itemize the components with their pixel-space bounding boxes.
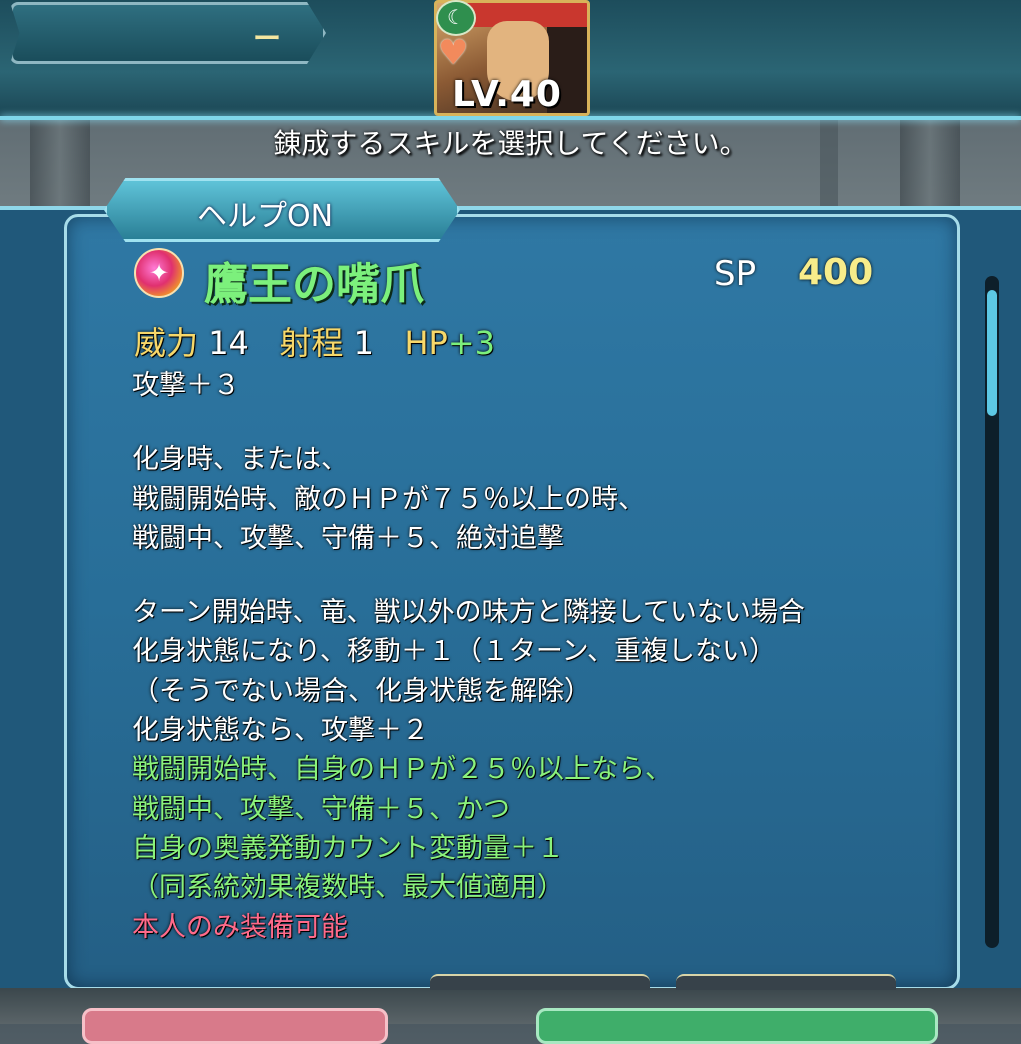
skill-stats: 威力 14 射程 1 HP+3 (134, 318, 495, 364)
description-line: 自身の奥義発動カウント変動量＋１ (132, 832, 564, 864)
description-line: 本人のみ装備可能 (132, 911, 348, 943)
confirm-button[interactable] (536, 1008, 938, 1044)
description-line: 化身状態なら、攻撃＋２ (132, 715, 429, 747)
hero-level: LV.40 (452, 74, 562, 115)
bottom-option-button[interactable] (430, 974, 650, 990)
moon-icon: ☾ (436, 0, 476, 36)
sp-label: SP (714, 254, 757, 294)
description-line: 化身時、または、 (132, 444, 348, 476)
help-toggle-label: ヘルプON (197, 199, 334, 234)
might-value: 14 (208, 324, 249, 362)
description-line: （そうでない場合、化身状態を解除） (132, 675, 591, 707)
top-bar-divider (0, 116, 1021, 120)
description-line: 化身状態になり、移動＋１（１ターン、重複しない） (132, 636, 776, 668)
scrollbar-thumb[interactable] (987, 290, 997, 416)
description-line: 戦闘開始時、敵のＨＰが７５％以上の時、 (132, 483, 645, 515)
name-plate-text: ー (252, 22, 281, 55)
description-line: 戦闘中、攻撃、守備＋５、絶対追撃 (132, 522, 564, 554)
might-label: 威力 (134, 324, 199, 362)
description-line: （同系統効果複数時、最大値適用） (132, 872, 564, 904)
sp-value: 400 (798, 252, 874, 293)
special-skill-icon: ✦ (134, 248, 184, 298)
name-plate[interactable]: ー (10, 2, 326, 64)
heart-icon: ♥ (438, 33, 469, 73)
hp-label: HP (404, 324, 448, 362)
bottom-option-button[interactable] (676, 974, 896, 990)
description-line: ターン開始時、竜、獣以外の味方と隣接していない場合 (132, 597, 805, 629)
cancel-button[interactable] (82, 1008, 388, 1044)
skill-description: 攻撃＋３ 化身時、または、戦闘開始時、敵のＨＰが７５％以上の時、 戦闘中、攻撃、守備… (132, 366, 932, 947)
description-line: 戦闘開始時、自身のＨＰが２５％以上なら、 (132, 754, 672, 786)
description-line: 戦闘中、攻撃、守備＋５、かつ (132, 793, 510, 825)
range-value: 1 (353, 324, 374, 362)
range-label: 射程 (279, 324, 344, 362)
instruction-text: 錬成するスキルを選択してください。 (273, 127, 748, 160)
help-toggle-button[interactable]: ヘルプON (104, 178, 460, 242)
skill-name: 鷹王の嘴爪 (204, 259, 424, 310)
hp-value: +3 (447, 324, 496, 362)
description-line: 攻撃＋３ (132, 370, 240, 401)
